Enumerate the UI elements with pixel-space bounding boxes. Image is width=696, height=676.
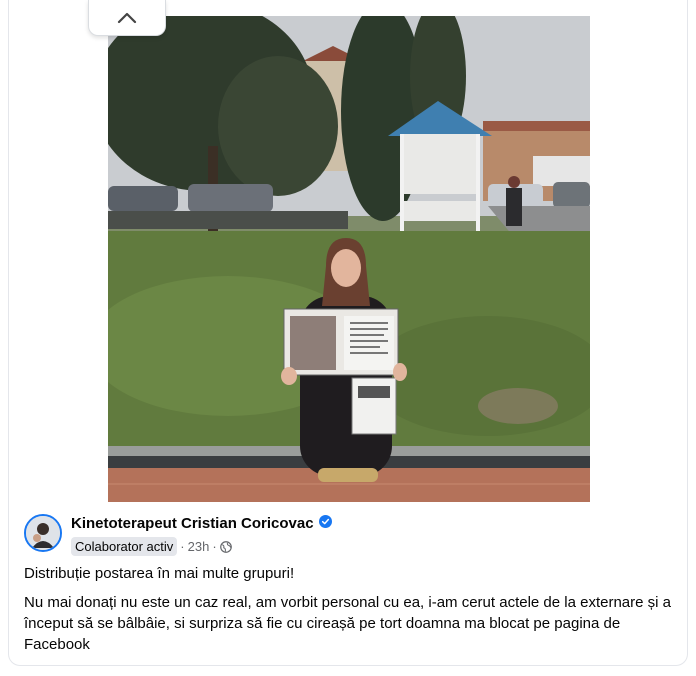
meta-separator-2: · <box>212 539 217 554</box>
verified-badge-icon <box>318 515 332 532</box>
post-meta: Colaborator activ · 23h · <box>71 537 232 556</box>
collapse-button[interactable] <box>88 0 166 36</box>
avatar-image <box>26 516 60 550</box>
author-name[interactable]: Kinetoterapeut Cristian Coricovac <box>71 515 332 532</box>
post-time[interactable]: 23h <box>188 539 210 554</box>
avatar[interactable] <box>24 514 62 552</box>
post-text-line1: Distribuție postarea în mai multe grupur… <box>24 565 295 582</box>
globe-icon <box>219 540 232 553</box>
author-name-text[interactable]: Kinetoterapeut Cristian Coricovac <box>71 515 314 532</box>
chevron-up-icon <box>117 12 137 23</box>
post-text-body: Nu mai donați nu este un caz real, am vo… <box>24 594 671 653</box>
photo-scene <box>108 16 590 502</box>
post-photo[interactable] <box>108 16 590 502</box>
post-header: Kinetoterapeut Cristian Coricovac Colabo… <box>24 513 664 557</box>
member-badge[interactable]: Colaborator activ <box>71 537 178 556</box>
meta-separator: · <box>180 539 185 554</box>
